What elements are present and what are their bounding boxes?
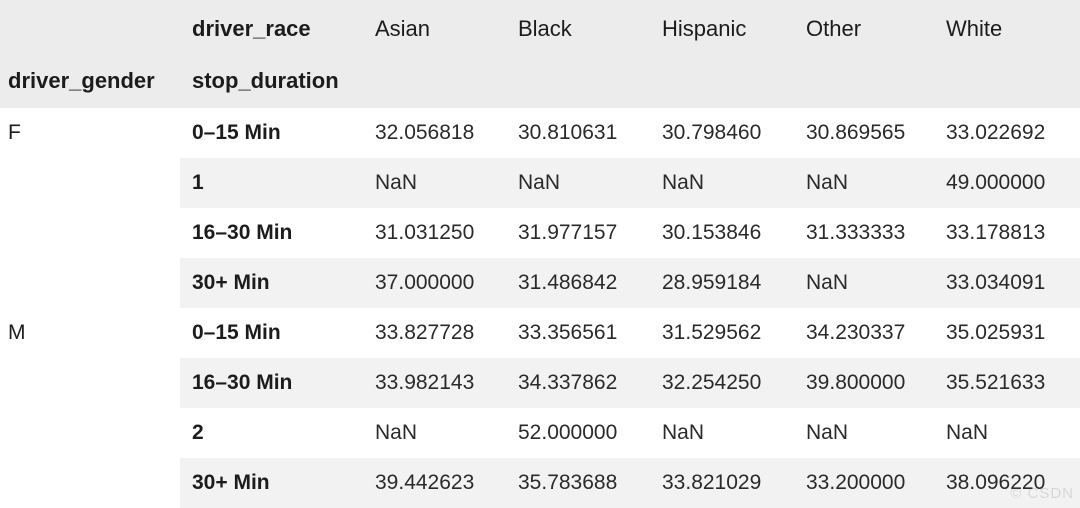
column-header-asian: Asian xyxy=(375,16,431,41)
row-index-inner: 1 xyxy=(192,171,204,194)
row-index-name-outer: driver_gender xyxy=(8,68,155,93)
row-stripe xyxy=(180,258,1080,308)
table-cell: 52.000000 xyxy=(518,421,618,444)
table-cell: 34.337862 xyxy=(518,371,618,394)
table-cell: 35.025931 xyxy=(946,321,1046,344)
table-row: M 0–15 Min 33.827728 33.356561 31.529562 34.2… xyxy=(0,308,1080,358)
column-index-name: driver_race xyxy=(192,16,311,41)
table-cell: 37.000000 xyxy=(375,271,475,294)
table-row: F 0–15 Min 32.056818 30.810631 30.798460 30.8… xyxy=(0,108,1080,158)
column-header-hispanic: Hispanic xyxy=(662,16,747,41)
table-cell: 38.096220 xyxy=(946,471,1046,494)
table-row: 2 NaN 52.000000 NaN NaN NaN xyxy=(0,408,1080,458)
table-cell: 32.056818 xyxy=(375,121,475,144)
table-row: 16–30 Min 33.982143 34.337862 32.254250 39.8… xyxy=(0,358,1080,408)
column-header-other: Other xyxy=(806,16,862,41)
table-cell: NaN xyxy=(806,421,849,444)
table-cell: 33.821029 xyxy=(662,471,762,494)
table-cell: 34.230337 xyxy=(806,321,906,344)
table-header: driver_race Asian Black Hispanic Other W… xyxy=(0,0,1080,108)
row-index-outer: M xyxy=(8,321,26,344)
row-index-inner: 0–15 Min xyxy=(192,121,281,144)
table-cell: 31.031250 xyxy=(375,221,475,244)
table-cell: NaN xyxy=(662,171,705,194)
table-cell: NaN xyxy=(662,421,705,444)
table-cell: 33.034091 xyxy=(946,271,1046,294)
table-cell: 28.959184 xyxy=(662,271,762,294)
table-cell: 33.827728 xyxy=(375,321,475,344)
row-index-inner: 16–30 Min xyxy=(192,371,293,394)
table-cell: 33.982143 xyxy=(375,371,475,394)
table-cell: 31.529562 xyxy=(662,321,762,344)
dataframe-table: driver_race Asian Black Hispanic Other W… xyxy=(0,0,1080,508)
row-index-outer: F xyxy=(8,121,21,144)
row-index-inner: 30+ Min xyxy=(192,271,270,294)
table-row: 16–30 Min 31.031250 31.977157 30.153846 31.3… xyxy=(0,208,1080,258)
table-cell: 39.442623 xyxy=(375,471,475,494)
row-index-inner: 16–30 Min xyxy=(192,221,293,244)
table-row: 1 NaN NaN NaN NaN 49.000000 xyxy=(0,158,1080,208)
column-header-black: Black xyxy=(518,16,572,41)
table-cell: 49.000000 xyxy=(946,171,1046,194)
table-cell: 33.022692 xyxy=(946,121,1046,144)
table-cell: 30.798460 xyxy=(662,121,762,144)
row-stripe xyxy=(180,108,1080,158)
table-cell: 30.810631 xyxy=(518,121,618,144)
table-cell: 33.356561 xyxy=(518,321,618,344)
table-cell: 31.486842 xyxy=(518,271,618,294)
table-cell: 31.333333 xyxy=(806,221,906,244)
table-row: 30+ Min 39.442623 35.783688 33.821029 33.200… xyxy=(0,458,1080,508)
row-stripe xyxy=(180,458,1080,508)
row-stripe xyxy=(180,208,1080,258)
table-cell: 33.178813 xyxy=(946,221,1046,244)
table-cell: 35.783688 xyxy=(518,471,618,494)
row-stripe xyxy=(180,158,1080,208)
table-cell: NaN xyxy=(375,421,418,444)
table-row: 30+ Min 37.000000 31.486842 28.959184 NaN 33.… xyxy=(0,258,1080,308)
row-index-inner: 0–15 Min xyxy=(192,321,281,344)
row-stripe xyxy=(180,308,1080,358)
table-body: F 0–15 Min 32.056818 30.810631 30.798460 30.8… xyxy=(0,108,1080,508)
row-stripe xyxy=(180,408,1080,458)
table-cell: 39.800000 xyxy=(806,371,906,394)
table-cell: NaN xyxy=(518,171,561,194)
table-cell: NaN xyxy=(946,421,989,444)
table-cell: 31.977157 xyxy=(518,221,618,244)
table-cell: 35.521633 xyxy=(946,371,1046,394)
table-cell: NaN xyxy=(806,171,849,194)
row-index-name-inner: stop_duration xyxy=(192,68,339,93)
table-cell: 30.869565 xyxy=(806,121,906,144)
column-header-white: White xyxy=(946,16,1003,41)
table-cell: 30.153846 xyxy=(662,221,762,244)
row-stripe xyxy=(180,358,1080,408)
table-cell: NaN xyxy=(806,271,849,294)
table-cell: 33.200000 xyxy=(806,471,906,494)
table-cell: NaN xyxy=(375,171,418,194)
row-index-inner: 30+ Min xyxy=(192,471,270,494)
table-cell: 32.254250 xyxy=(662,371,762,394)
row-index-inner: 2 xyxy=(192,421,204,444)
